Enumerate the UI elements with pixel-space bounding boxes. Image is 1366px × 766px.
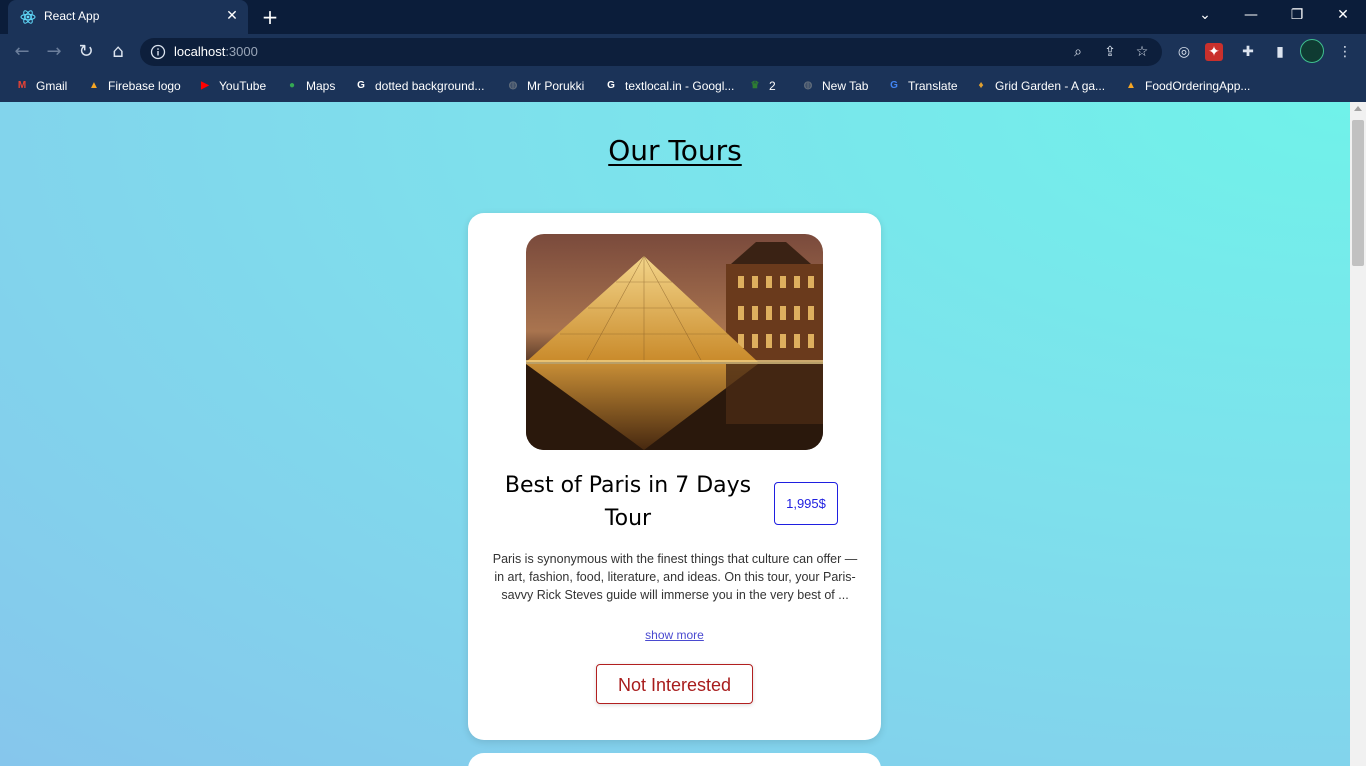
restore-button[interactable]: ❐: [1274, 0, 1320, 30]
scroll-thumb[interactable]: [1352, 120, 1364, 266]
crown-icon: ♛: [750, 80, 760, 91]
bookmark-item[interactable]: ◍ Mr Porukki: [505, 76, 585, 96]
bookmark-label: textlocal.in - Googl...: [625, 79, 735, 93]
bookmark-label: dotted background...: [375, 79, 485, 93]
firebase-icon: ▲: [1126, 80, 1136, 91]
scroll-up-arrow-icon[interactable]: [1354, 106, 1362, 111]
info-icon[interactable]: [150, 44, 166, 60]
extension-red-icon[interactable]: ✦: [1205, 43, 1223, 61]
bookmark-label: Mr Porukki: [527, 79, 585, 93]
reload-icon[interactable]: ↻: [74, 40, 98, 64]
louvre-pyramid-image: [526, 234, 823, 450]
bookmark-item[interactable]: M Gmail: [14, 76, 68, 96]
bookmark-item[interactable]: Gtextlocal.in - Googl...: [603, 76, 734, 96]
gmail-icon: M: [17, 80, 27, 91]
home-icon[interactable]: ⌂: [106, 40, 130, 64]
globe-icon: ◍: [508, 80, 518, 91]
carrot-icon: ♦: [978, 80, 984, 91]
tour-card: Best of Paris in 7 Days Tour 1,995$ Pari…: [468, 213, 881, 740]
bookmark-label: Maps: [306, 79, 336, 93]
bookmark-item[interactable]: ♦ Grid Garden - A ga...: [973, 76, 1105, 96]
extension-target-icon[interactable]: ◎: [1173, 41, 1195, 63]
new-tab-button[interactable]: +: [258, 6, 282, 28]
tour-description: Paris is synonymous with the finest thin…: [492, 552, 858, 602]
close-window-button[interactable]: ✕: [1320, 0, 1366, 30]
bookmark-label: Translate: [908, 79, 958, 93]
google-icon: G: [357, 80, 365, 91]
tab-react-app[interactable]: React App ✕: [8, 0, 248, 34]
browser-window: React App ✕ + ⌄ — ❐ ✕ ← → ↻ ⌂ localhost:…: [0, 0, 1366, 766]
firebase-icon: ▲: [89, 80, 99, 91]
bookmark-star-icon[interactable]: ☆: [1132, 42, 1152, 62]
show-more-label[interactable]: show more: [645, 628, 704, 642]
side-panel-icon[interactable]: ▮: [1269, 41, 1291, 63]
profile-avatar[interactable]: [1300, 39, 1324, 63]
bookmark-item[interactable]: ▶ YouTube: [197, 76, 266, 96]
url-host: localhost: [174, 44, 226, 59]
bookmark-label: 2: [769, 79, 776, 93]
bookmark-item[interactable]: ◍ New Tab: [800, 76, 869, 96]
bookmark-item[interactable]: ▲ Firebase logo: [86, 76, 181, 96]
youtube-icon: ▶: [201, 80, 209, 91]
page-title: Our Tours: [608, 134, 742, 167]
bookmark-item[interactable]: ♛ 2: [747, 76, 776, 96]
translate-icon: G: [890, 80, 898, 91]
bookmark-item[interactable]: G Translate: [886, 76, 958, 96]
bookmark-label: New Tab: [822, 79, 869, 93]
url-text: localhost:3000: [174, 44, 258, 59]
bookmark-label: Grid Garden - A ga...: [995, 79, 1106, 93]
page-scrollbar[interactable]: [1350, 102, 1366, 766]
react-icon: [20, 10, 36, 24]
back-arrow-icon[interactable]: ←: [10, 40, 34, 64]
bookmark-label: Firebase logo: [108, 79, 181, 93]
forward-arrow-icon[interactable]: →: [42, 40, 66, 64]
globe-icon: ◍: [803, 80, 813, 91]
page-viewport: Our Tours Best of Paris in 7 Days Tour 1…: [0, 102, 1350, 766]
tab-search-chevron-icon[interactable]: ⌄: [1182, 0, 1228, 30]
google-icon: G: [607, 80, 615, 91]
show-more-link[interactable]: show more: [468, 628, 881, 642]
bookmark-label: Gmail: [36, 79, 68, 93]
maps-icon: ●: [288, 80, 296, 91]
tour-price-badge: 1,995$: [774, 482, 838, 525]
bookmark-item[interactable]: Gdotted background...: [353, 76, 484, 96]
share-icon[interactable]: ⇪: [1100, 42, 1120, 62]
tour-image-louvre: [526, 234, 823, 450]
tour-name: Best of Paris in 7 Days Tour: [504, 473, 752, 531]
tab-title: React App: [44, 9, 100, 23]
tab-strip: React App ✕ + ⌄ — ❐ ✕: [0, 0, 1366, 34]
browser-toolbar: ← → ↻ ⌂ localhost:3000 ⌕ ⇪ ☆ ◎ ✦ ✚ ▮ ⋮: [0, 34, 1366, 70]
bookmark-item[interactable]: ● Maps: [284, 76, 335, 96]
address-bar[interactable]: localhost:3000 ⌕ ⇪ ☆: [140, 38, 1162, 66]
bookmark-label: FoodOrderingApp...: [1145, 79, 1251, 93]
bookmark-label: YouTube: [219, 79, 267, 93]
extensions-puzzle-icon[interactable]: ✚: [1237, 41, 1259, 63]
not-interested-button[interactable]: Not Interested: [596, 664, 753, 704]
minimize-button[interactable]: —: [1228, 0, 1274, 30]
tab-close-icon[interactable]: ✕: [224, 8, 240, 24]
bookmark-item[interactable]: ▲ FoodOrderingApp...: [1123, 76, 1250, 96]
zoom-icon[interactable]: ⌕: [1068, 42, 1088, 62]
menu-kebab-icon[interactable]: ⋮: [1334, 41, 1356, 63]
tour-card-next: [468, 753, 881, 766]
url-port: :3000: [225, 44, 258, 59]
bookmarks-bar: M Gmail ▲ Firebase logo ▶ YouTube ● Maps Gdotted…: [0, 70, 1366, 102]
